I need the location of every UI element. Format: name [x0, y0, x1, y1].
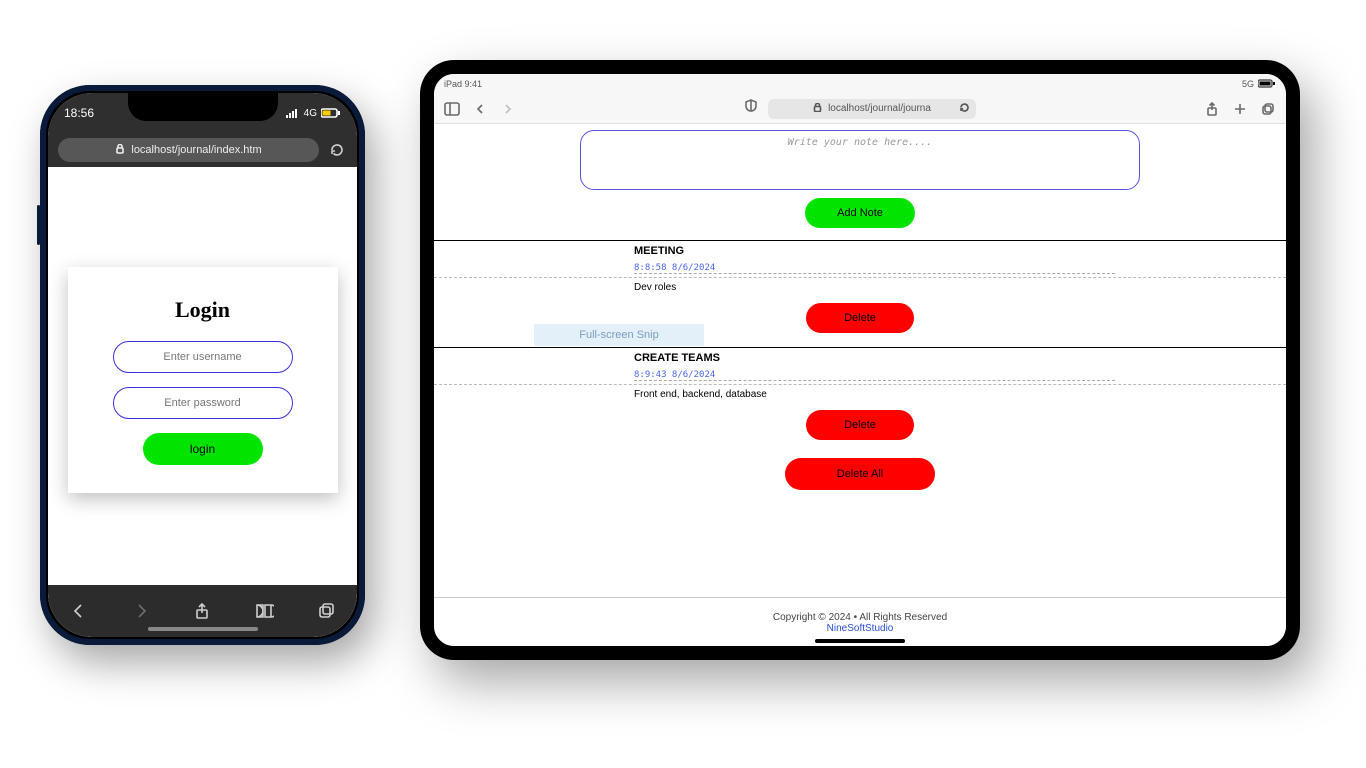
- username-input[interactable]: [113, 341, 293, 373]
- lock-icon: [115, 144, 125, 157]
- reload-icon[interactable]: [959, 102, 970, 116]
- shield-icon[interactable]: [744, 99, 758, 118]
- tablet-browser-toolbar: localhost/journal/journa: [434, 94, 1286, 124]
- delete-note-button[interactable]: Delete: [806, 303, 914, 333]
- phone-network-label: 4G: [304, 108, 317, 119]
- footer-studio-link[interactable]: NineSoftStudio: [827, 623, 894, 634]
- phone-address-pill[interactable]: localhost/journal/index.htm: [58, 138, 319, 162]
- phone-home-indicator: [148, 627, 258, 631]
- reload-icon[interactable]: [327, 140, 347, 160]
- footer-copyright: Copyright © 2024 • All Rights Reserved: [434, 612, 1286, 623]
- signal-icon: [286, 108, 300, 118]
- phone-status-right: 4G: [286, 108, 341, 119]
- phone-page-content: Login login: [48, 167, 357, 585]
- tablet-address-pill[interactable]: localhost/journal/journa: [768, 99, 976, 119]
- delete-note-button[interactable]: Delete: [806, 410, 914, 440]
- note-body: Dev roles: [434, 278, 1286, 293]
- note-timestamp: 8:9:43 8/6/2024: [634, 370, 1115, 381]
- forward-icon[interactable]: [130, 600, 152, 622]
- phone-url-text: localhost/journal/index.htm: [131, 144, 261, 156]
- lock-icon: [813, 103, 822, 115]
- forward-icon[interactable]: [500, 101, 516, 117]
- tablet-screen: iPad 9:41 5G: [434, 74, 1286, 646]
- tablet-device-frame: iPad 9:41 5G: [420, 60, 1300, 660]
- battery-icon: [1258, 79, 1276, 90]
- tabs-icon[interactable]: [315, 600, 337, 622]
- back-icon[interactable]: [472, 101, 488, 117]
- share-icon[interactable]: [191, 600, 213, 622]
- phone-screen: 18:56 4G localhost/journal/index.: [48, 93, 357, 637]
- bookmarks-icon[interactable]: [253, 600, 275, 622]
- tablet-network-label: 5G: [1242, 79, 1254, 89]
- phone-address-bar: localhost/journal/index.htm: [48, 133, 357, 167]
- phone-device-frame: 18:56 4G localhost/journal/index.: [40, 85, 365, 645]
- note-item: CREATE TEAMS 8:9:43 8/6/2024 Front end, …: [434, 347, 1286, 440]
- tablet-status-right: 5G: [1242, 79, 1276, 90]
- battery-icon: [321, 108, 341, 118]
- note-item: MEETING 8:8:58 8/6/2024 Dev roles Delete: [434, 240, 1286, 333]
- delete-all-button[interactable]: Delete All: [785, 458, 935, 490]
- note-textarea[interactable]: [580, 130, 1140, 190]
- back-icon[interactable]: [68, 600, 90, 622]
- tablet-page-content: Add Note MEETING 8:8:58 8/6/2024 Dev rol…: [434, 124, 1286, 646]
- login-card: Login login: [68, 267, 338, 493]
- phone-notch: [128, 93, 278, 121]
- note-timestamp: 8:8:58 8/6/2024: [634, 263, 1115, 274]
- note-body: Front end, backend, database: [434, 385, 1286, 400]
- note-title: CREATE TEAMS: [634, 352, 1286, 364]
- phone-status-time: 18:56: [64, 106, 94, 120]
- password-input[interactable]: [113, 387, 293, 419]
- login-heading: Login: [90, 297, 316, 323]
- add-note-button[interactable]: Add Note: [805, 198, 915, 228]
- share-icon[interactable]: [1204, 101, 1220, 117]
- page-footer: Copyright © 2024 • All Rights Reserved N…: [434, 597, 1286, 634]
- tablet-status-device: iPad 9:41: [444, 79, 482, 89]
- tablet-status-bar: iPad 9:41 5G: [434, 74, 1286, 94]
- new-tab-icon[interactable]: [1232, 101, 1248, 117]
- tablet-url-text: localhost/journal/journa: [828, 103, 931, 114]
- sidebar-icon[interactable]: [444, 101, 460, 117]
- tabs-icon[interactable]: [1260, 101, 1276, 117]
- note-title: MEETING: [634, 245, 1286, 257]
- tablet-home-indicator: [815, 639, 905, 643]
- login-button[interactable]: login: [143, 433, 263, 465]
